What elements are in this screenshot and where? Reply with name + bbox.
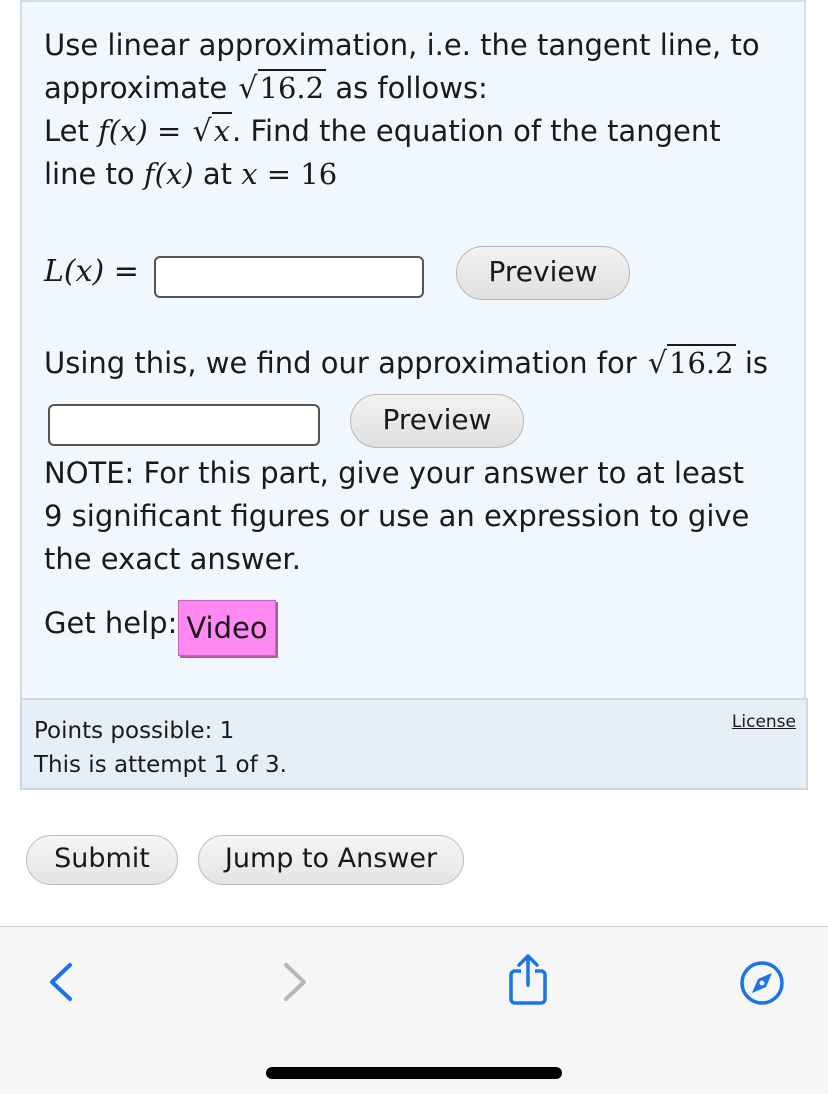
approximation-preview-button[interactable]: Preview: [350, 394, 524, 448]
attempt-count: This is attempt 1 of 3.: [34, 752, 287, 778]
get-help-label: Get help:: [44, 606, 178, 640]
share-icon[interactable]: [506, 953, 550, 1011]
function-f-of-x: f(x): [98, 114, 148, 148]
forward-icon[interactable]: [276, 961, 312, 1007]
compass-icon[interactable]: [738, 959, 786, 1011]
question-line-2: approximate √16.2 as follows:: [44, 67, 764, 110]
lx-answer-input[interactable]: [154, 256, 424, 298]
approximation-answer-input[interactable]: [48, 404, 320, 446]
lx-preview-button[interactable]: Preview: [456, 246, 630, 300]
sqrt-expression-2: √16.2: [647, 344, 736, 381]
home-indicator: [266, 1067, 562, 1079]
sqrt-x: √x: [192, 112, 233, 149]
browser-toolbar: [0, 926, 828, 1094]
question-text: Use linear approximation, i.e. the tange…: [44, 24, 764, 196]
back-icon[interactable]: [44, 961, 80, 1007]
question-line-3: Let f(x) = √x. Find the equation of the …: [44, 110, 764, 153]
points-info: Points possible: 1 This is attempt 1 of …: [34, 714, 287, 782]
note-text: NOTE: For this part, give your answer to…: [44, 456, 750, 576]
question-line-4: line to f(x) at x = 16: [44, 157, 338, 191]
question-panel: Use linear approximation, i.e. the tange…: [20, 0, 806, 698]
sqrt-expression: √16.2: [238, 69, 327, 106]
license-link[interactable]: License: [732, 712, 796, 732]
points-possible: Points possible: 1: [34, 718, 235, 744]
lx-label: L(x) =: [44, 254, 139, 289]
video-help-button[interactable]: Video: [178, 600, 276, 656]
approximation-sentence: Using this, we find our approximation fo…: [44, 344, 768, 381]
submit-button[interactable]: Submit: [26, 835, 178, 885]
question-info-panel: Points possible: 1 This is attempt 1 of …: [20, 698, 808, 790]
question-line-1: Use linear approximation, i.e. the tange…: [44, 28, 760, 62]
jump-to-answer-button[interactable]: Jump to Answer: [198, 835, 464, 885]
